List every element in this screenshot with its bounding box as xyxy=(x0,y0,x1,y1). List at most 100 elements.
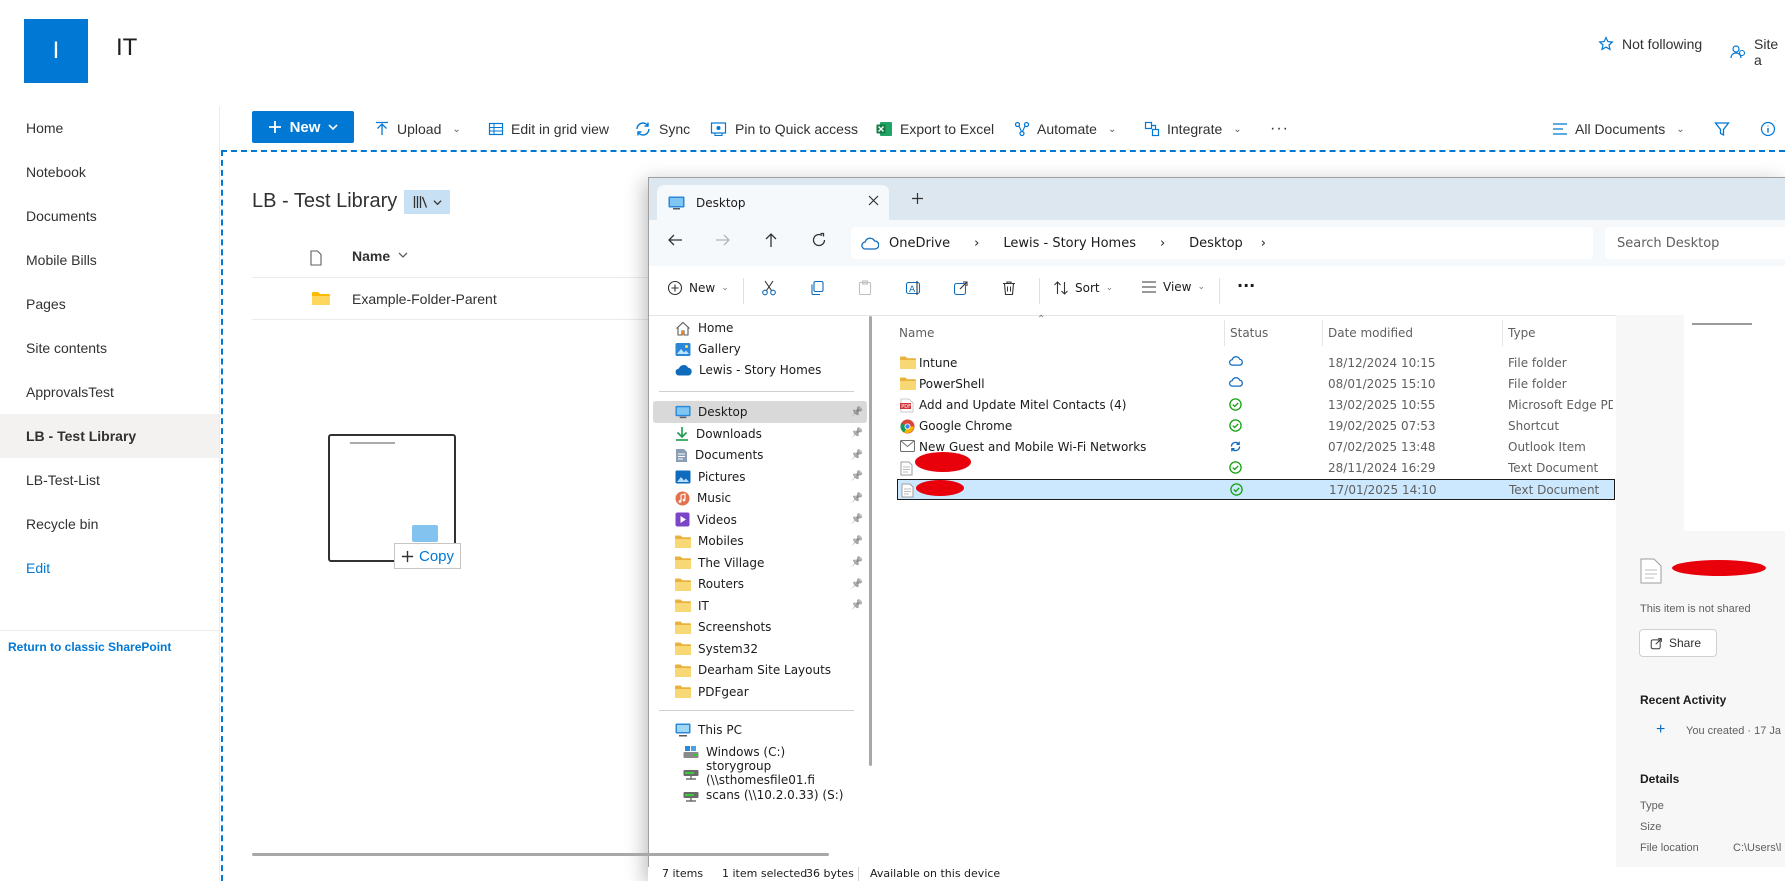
file-type-header-icon[interactable] xyxy=(310,250,322,266)
nav-pane-item-pdfgear[interactable]: PDFgear xyxy=(653,681,867,703)
export-excel-button[interactable]: Export to Excel xyxy=(876,116,994,142)
column-divider[interactable] xyxy=(1322,320,1323,346)
nav-pane-item-mobiles[interactable]: Mobiles 📌 xyxy=(653,530,867,552)
nav-item-documents[interactable]: Documents xyxy=(0,194,219,238)
address-bar[interactable]: OneDrive › Lewis - Story Homes › Desktop… xyxy=(851,227,1593,259)
delete-icon[interactable] xyxy=(1001,280,1017,296)
site-logo[interactable]: I xyxy=(24,19,88,83)
column-header-status[interactable]: Status xyxy=(1230,326,1268,340)
file-name[interactable]: Intune xyxy=(919,356,957,370)
cut-icon[interactable] xyxy=(761,280,777,296)
horizontal-scrollbar[interactable] xyxy=(252,853,829,856)
pin-icon[interactable]: 📌 xyxy=(851,428,863,439)
nav-pane-item-it[interactable]: IT 📌 xyxy=(653,595,867,617)
nav-pane-item-lewis-story-homes[interactable]: Lewis - Story Homes xyxy=(653,359,867,381)
library-view-switcher[interactable] xyxy=(404,190,450,214)
nav-pane-item-pictures[interactable]: Pictures 📌 xyxy=(653,466,867,488)
nav-item-approvalstest[interactable]: ApprovalsTest xyxy=(0,370,219,414)
pin-icon[interactable]: 📌 xyxy=(851,514,863,525)
new-tab-icon[interactable] xyxy=(911,192,924,205)
nav-pane-item-scans-10-2-0-33-s[interactable]: scans (\\10.2.0.33) (S:) xyxy=(653,784,867,806)
pin-icon[interactable]: 📌 xyxy=(851,600,863,611)
file-row[interactable]: 28/11/2024 16:29 Text Document xyxy=(897,452,1615,479)
file-name[interactable]: Google Chrome xyxy=(919,419,1012,433)
automate-button[interactable]: Automate ⌄ xyxy=(1014,116,1116,142)
folder-name[interactable]: Example-Folder-Parent xyxy=(352,291,497,307)
pin-icon[interactable]: 📌 xyxy=(851,557,863,568)
paste-icon[interactable] xyxy=(857,280,873,296)
nav-pane-item-videos[interactable]: Videos 📌 xyxy=(653,509,867,531)
nav-pane-item-system32[interactable]: System32 xyxy=(653,638,867,660)
nav-item-mobile-bills[interactable]: Mobile Bills xyxy=(0,238,219,282)
file-row[interactable]: New Guest and Mobile Wi-Fi Networks 07/02… xyxy=(897,437,1615,458)
chevron-right-icon[interactable]: › xyxy=(1160,236,1165,251)
name-column-header[interactable]: Name xyxy=(352,248,390,264)
nav-pane-item-desktop[interactable]: Desktop 📌 xyxy=(653,401,867,423)
nav-pane-item-music[interactable]: Music 📌 xyxy=(653,487,867,509)
nav-pane-item-home[interactable]: Home xyxy=(653,317,867,339)
view-button[interactable]: View ⌄ xyxy=(1141,280,1205,294)
copy-icon[interactable] xyxy=(809,280,825,296)
column-divider[interactable] xyxy=(1502,320,1503,346)
chevron-right-icon[interactable]: › xyxy=(1261,236,1266,251)
back-arrow-icon[interactable] xyxy=(667,232,683,248)
file-row[interactable]: PowerShell 08/01/2025 15:10 File folder xyxy=(897,374,1615,395)
nav-item-recycle-bin[interactable]: Recycle bin xyxy=(0,502,219,546)
nav-edit-link[interactable]: Edit xyxy=(0,546,219,590)
forward-arrow-icon[interactable] xyxy=(715,232,731,248)
return-to-classic-link[interactable]: Return to classic SharePoint xyxy=(8,640,171,654)
chevron-right-icon[interactable]: › xyxy=(974,236,979,251)
more-commands-button[interactable]: ··· xyxy=(1270,116,1289,142)
new-button[interactable]: New xyxy=(252,111,354,143)
rename-icon[interactable]: A xyxy=(905,280,922,296)
file-row[interactable]: Google Chrome 19/02/2025 07:53 Shortcut xyxy=(897,416,1615,437)
close-tab-icon[interactable] xyxy=(868,195,879,206)
nav-pane-item-routers[interactable]: Routers 📌 xyxy=(653,573,867,595)
column-divider[interactable] xyxy=(1224,320,1225,346)
nav-item-lb-test-library[interactable]: LB - Test Library xyxy=(0,414,219,458)
file-row[interactable]: PDF Add and Update Mitel Contacts (4) 13/0… xyxy=(897,395,1615,416)
pin-icon[interactable]: 📌 xyxy=(851,493,863,504)
edit-grid-button[interactable]: Edit in grid view xyxy=(488,116,609,142)
see-more-icon[interactable]: ··· xyxy=(1237,276,1255,295)
chevron-down-icon[interactable] xyxy=(398,250,408,260)
nav-pane-item-this-pc[interactable]: This PC xyxy=(653,719,867,741)
breadcrumb-lewis-story-homes[interactable]: Lewis - Story Homes xyxy=(1003,236,1136,251)
sort-button[interactable]: Sort ⌄ xyxy=(1053,280,1113,296)
column-header-date[interactable]: Date modified xyxy=(1328,326,1413,340)
upload-button[interactable]: Upload ⌄ xyxy=(374,116,461,142)
nav-pane-item-the-village[interactable]: The Village 📌 xyxy=(653,552,867,574)
sync-button[interactable]: Sync xyxy=(634,116,690,142)
navigation-scrollbar[interactable] xyxy=(869,316,872,766)
nav-pane-item-downloads[interactable]: Downloads 📌 xyxy=(653,423,867,445)
nav-item-pages[interactable]: Pages xyxy=(0,282,219,326)
breadcrumb-onedrive[interactable]: OneDrive xyxy=(889,236,950,251)
pin-icon[interactable]: 📌 xyxy=(851,536,863,547)
pin-icon[interactable]: 📌 xyxy=(851,471,863,482)
column-header-name[interactable]: Name xyxy=(899,326,934,340)
nav-item-notebook[interactable]: Notebook xyxy=(0,150,219,194)
nav-pane-item-dearham-site-layouts[interactable]: Dearham Site Layouts xyxy=(653,659,867,681)
library-row[interactable]: Example-Folder-Parent xyxy=(252,278,662,320)
site-access-button[interactable]: Site a xyxy=(1730,36,1785,68)
new-item-button[interactable]: New ⌄ xyxy=(667,280,729,296)
site-title[interactable]: IT xyxy=(116,34,137,62)
file-row[interactable]: 17/01/2025 14:10 Text Document xyxy=(897,479,1615,500)
nav-pane-item-screenshots[interactable]: Screenshots xyxy=(653,616,867,638)
nav-pane-item-documents[interactable]: Documents 📌 xyxy=(653,444,867,466)
up-arrow-icon[interactable] xyxy=(763,232,779,248)
nav-pane-item-storygroup-sthomesfile01-fi[interactable]: storygroup (\\sthomesfile01.fi xyxy=(653,759,867,787)
refresh-icon[interactable] xyxy=(811,232,827,248)
pin-quick-access-button[interactable]: Pin to Quick access xyxy=(710,116,858,142)
info-button[interactable] xyxy=(1760,116,1776,142)
pin-icon[interactable]: 📌 xyxy=(851,579,863,590)
breadcrumb-desktop[interactable]: Desktop xyxy=(1189,236,1243,251)
follow-button[interactable]: Not following xyxy=(1598,36,1702,52)
view-selector[interactable]: All Documents ⌄ xyxy=(1552,116,1685,142)
column-header-type[interactable]: Type xyxy=(1508,326,1536,340)
nav-item-home[interactable]: Home xyxy=(0,106,219,150)
nav-pane-item-gallery[interactable]: Gallery xyxy=(653,338,867,360)
nav-item-site-contents[interactable]: Site contents xyxy=(0,326,219,370)
tab-desktop[interactable]: Desktop xyxy=(657,185,889,220)
pin-icon[interactable]: 📌 xyxy=(851,450,863,461)
